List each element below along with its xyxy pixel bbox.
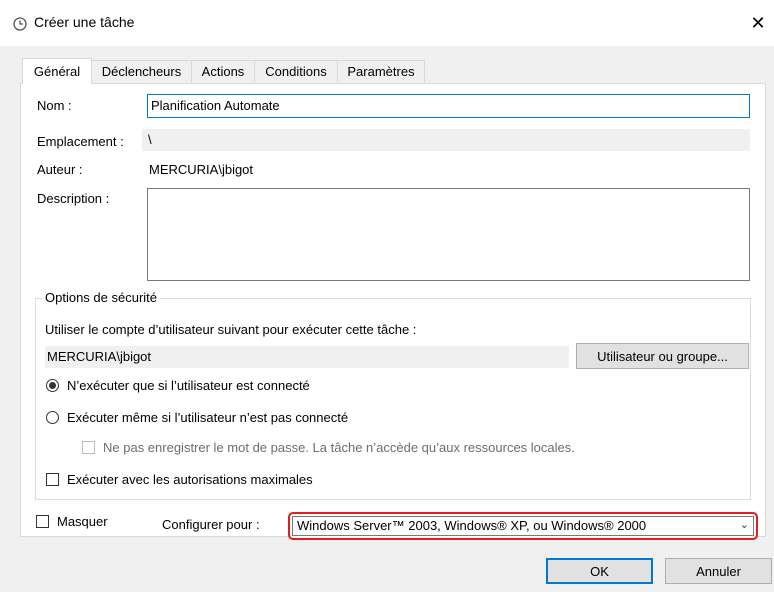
name-input-value: Planification Automate — [151, 98, 280, 113]
no-store-password-checkbox[interactable] — [82, 441, 95, 454]
highest-privileges-label[interactable]: Exécuter avec les autorisations maximale… — [67, 472, 313, 487]
name-label: Nom : — [37, 98, 72, 113]
tab-conditions[interactable]: Conditions — [254, 60, 338, 82]
tab-triggers[interactable]: Déclencheurs — [91, 60, 192, 82]
window-title: Créer une tâche — [34, 14, 135, 30]
highest-privileges-checkbox[interactable] — [46, 473, 59, 486]
description-label: Description : — [37, 191, 110, 206]
account-prompt: Utiliser le compte d’utilisateur suivant… — [45, 322, 417, 337]
radio-any-user[interactable] — [46, 411, 59, 424]
security-options-legend: Options de sécurité — [42, 290, 161, 305]
ok-button[interactable]: OK — [546, 558, 653, 584]
close-icon: ✕ — [750, 12, 766, 33]
name-input[interactable]: Planification Automate — [147, 94, 750, 118]
close-button[interactable]: ✕ — [742, 8, 774, 38]
cancel-button[interactable]: Annuler — [665, 558, 772, 584]
hidden-checkbox[interactable] — [36, 515, 49, 528]
description-input[interactable] — [147, 188, 750, 281]
location-field: \ — [142, 129, 750, 151]
tab-actions[interactable]: Actions — [191, 60, 255, 82]
tab-general[interactable]: Général — [22, 58, 92, 84]
configure-select[interactable]: Windows Server™ 2003, Windows® XP, ou Wi… — [292, 516, 754, 536]
author-value: MERCURIA\jbigot — [149, 162, 254, 177]
configure-label: Configurer pour : — [162, 517, 260, 532]
author-label: Auteur : — [37, 162, 83, 177]
account-value: MERCURIA\jbigot — [47, 349, 152, 364]
configure-select-value: Windows Server™ 2003, Windows® XP, ou Wi… — [297, 518, 647, 533]
clock-icon — [13, 17, 27, 31]
account-field: MERCURIA\jbigot — [45, 346, 569, 368]
location-value: \ — [148, 132, 152, 147]
radio-logged-on-label[interactable]: N’exécuter que si l’utilisateur est conn… — [67, 378, 310, 393]
radio-any-user-label[interactable]: Exécuter même si l’utilisateur n’est pas… — [67, 410, 348, 425]
chevron-down-icon: ⌄ — [739, 519, 749, 531]
configure-highlight: Windows Server™ 2003, Windows® XP, ou Wi… — [288, 512, 758, 540]
tab-settings[interactable]: Paramètres — [337, 60, 425, 82]
user-group-button[interactable]: Utilisateur ou groupe... — [576, 343, 749, 369]
no-store-password-label: Ne pas enregistrer le mot de passe. La t… — [103, 440, 575, 455]
radio-logged-on[interactable] — [46, 379, 59, 392]
location-label: Emplacement : — [37, 134, 124, 149]
hidden-label[interactable]: Masquer — [57, 514, 108, 529]
